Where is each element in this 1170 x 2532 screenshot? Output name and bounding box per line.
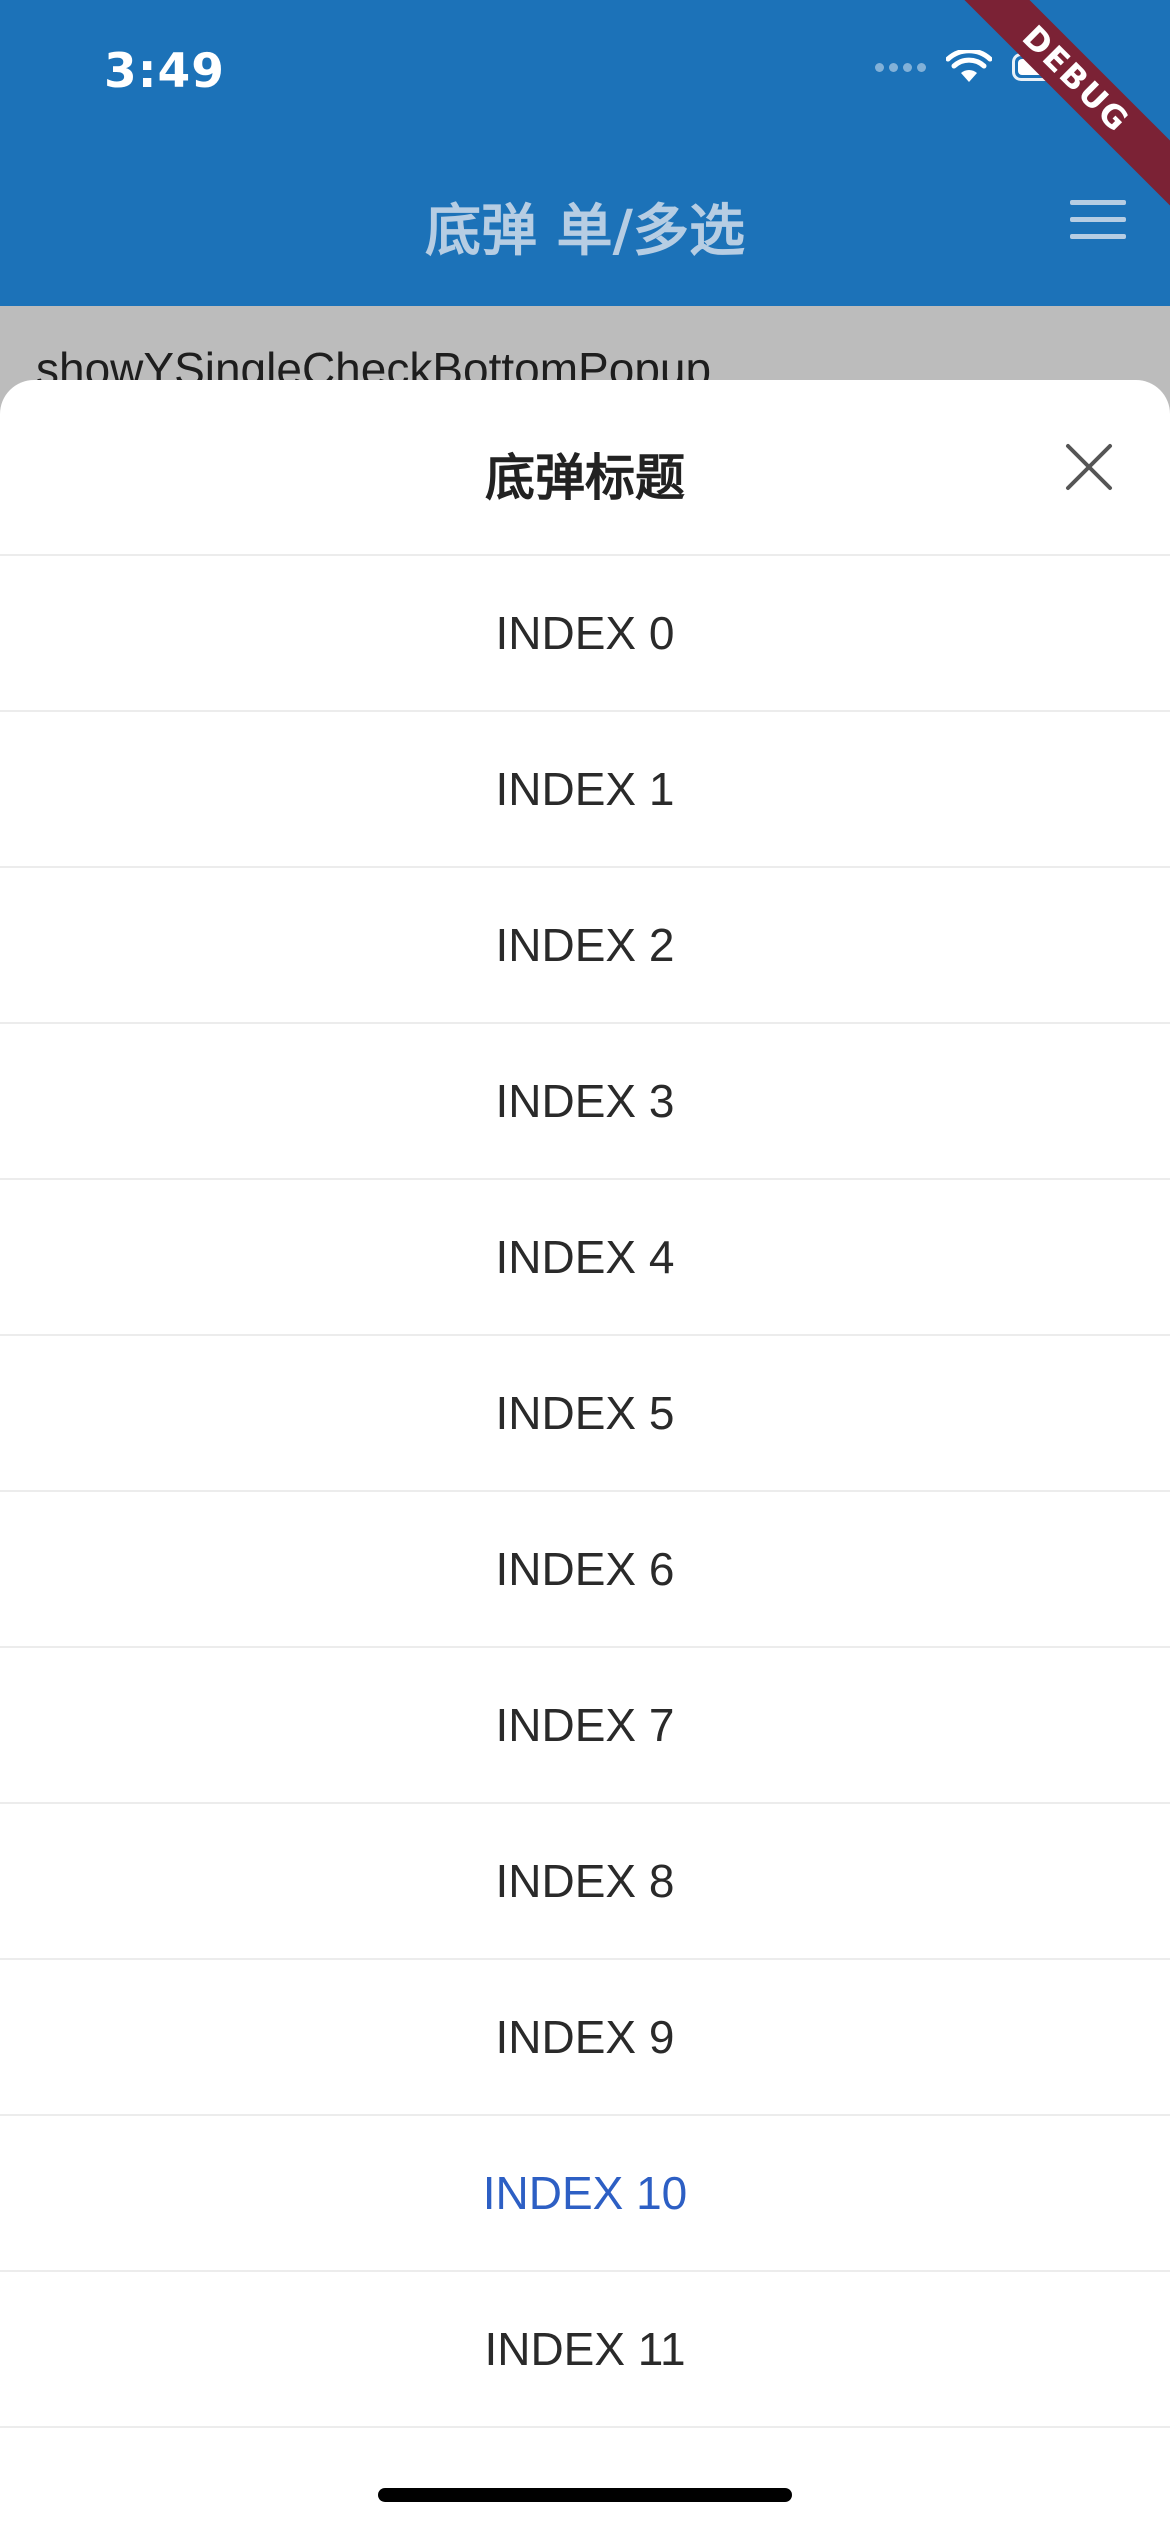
wifi-icon <box>946 50 992 82</box>
home-indicator <box>378 2488 792 2502</box>
screen: showYSingleCheckBottomPopup 3:49 底弹 单/多选… <box>0 0 1170 2532</box>
option-list: INDEX 0 INDEX 1 INDEX 2 INDEX 3 INDEX 4 INDEX… <box>0 556 1170 2428</box>
option-row[interactable]: INDEX 11 <box>0 2272 1170 2428</box>
option-row[interactable]: INDEX 5 <box>0 1336 1170 1492</box>
option-row[interactable]: INDEX 8 <box>0 1804 1170 1960</box>
bottom-sheet-header: 底弹标题 <box>0 380 1170 556</box>
option-row[interactable]: INDEX 3 <box>0 1024 1170 1180</box>
cellular-signal-icon <box>875 62 926 72</box>
page-title: 底弹 单/多选 <box>425 199 745 264</box>
option-row[interactable]: INDEX 4 <box>0 1180 1170 1336</box>
option-row[interactable]: INDEX 0 <box>0 556 1170 712</box>
app-bar: 3:49 底弹 单/多选 DEBUG <box>0 0 1170 306</box>
option-row[interactable]: INDEX 9 <box>0 1960 1170 2116</box>
option-row[interactable]: INDEX 7 <box>0 1648 1170 1804</box>
option-row-selected[interactable]: INDEX 10 <box>0 2116 1170 2272</box>
status-time: 3:49 <box>104 44 225 99</box>
debug-banner: DEBUG <box>946 0 1170 209</box>
menu-icon[interactable] <box>1070 200 1126 244</box>
bottom-sheet-title: 底弹标题 <box>485 449 685 507</box>
option-row[interactable]: INDEX 6 <box>0 1492 1170 1648</box>
close-icon[interactable] <box>1064 442 1114 492</box>
option-row[interactable]: INDEX 1 <box>0 712 1170 868</box>
option-row[interactable]: INDEX 2 <box>0 868 1170 1024</box>
bottom-sheet: 底弹标题 INDEX 0 INDEX 1 INDEX 2 INDEX 3 INDEX 4… <box>0 380 1170 2532</box>
